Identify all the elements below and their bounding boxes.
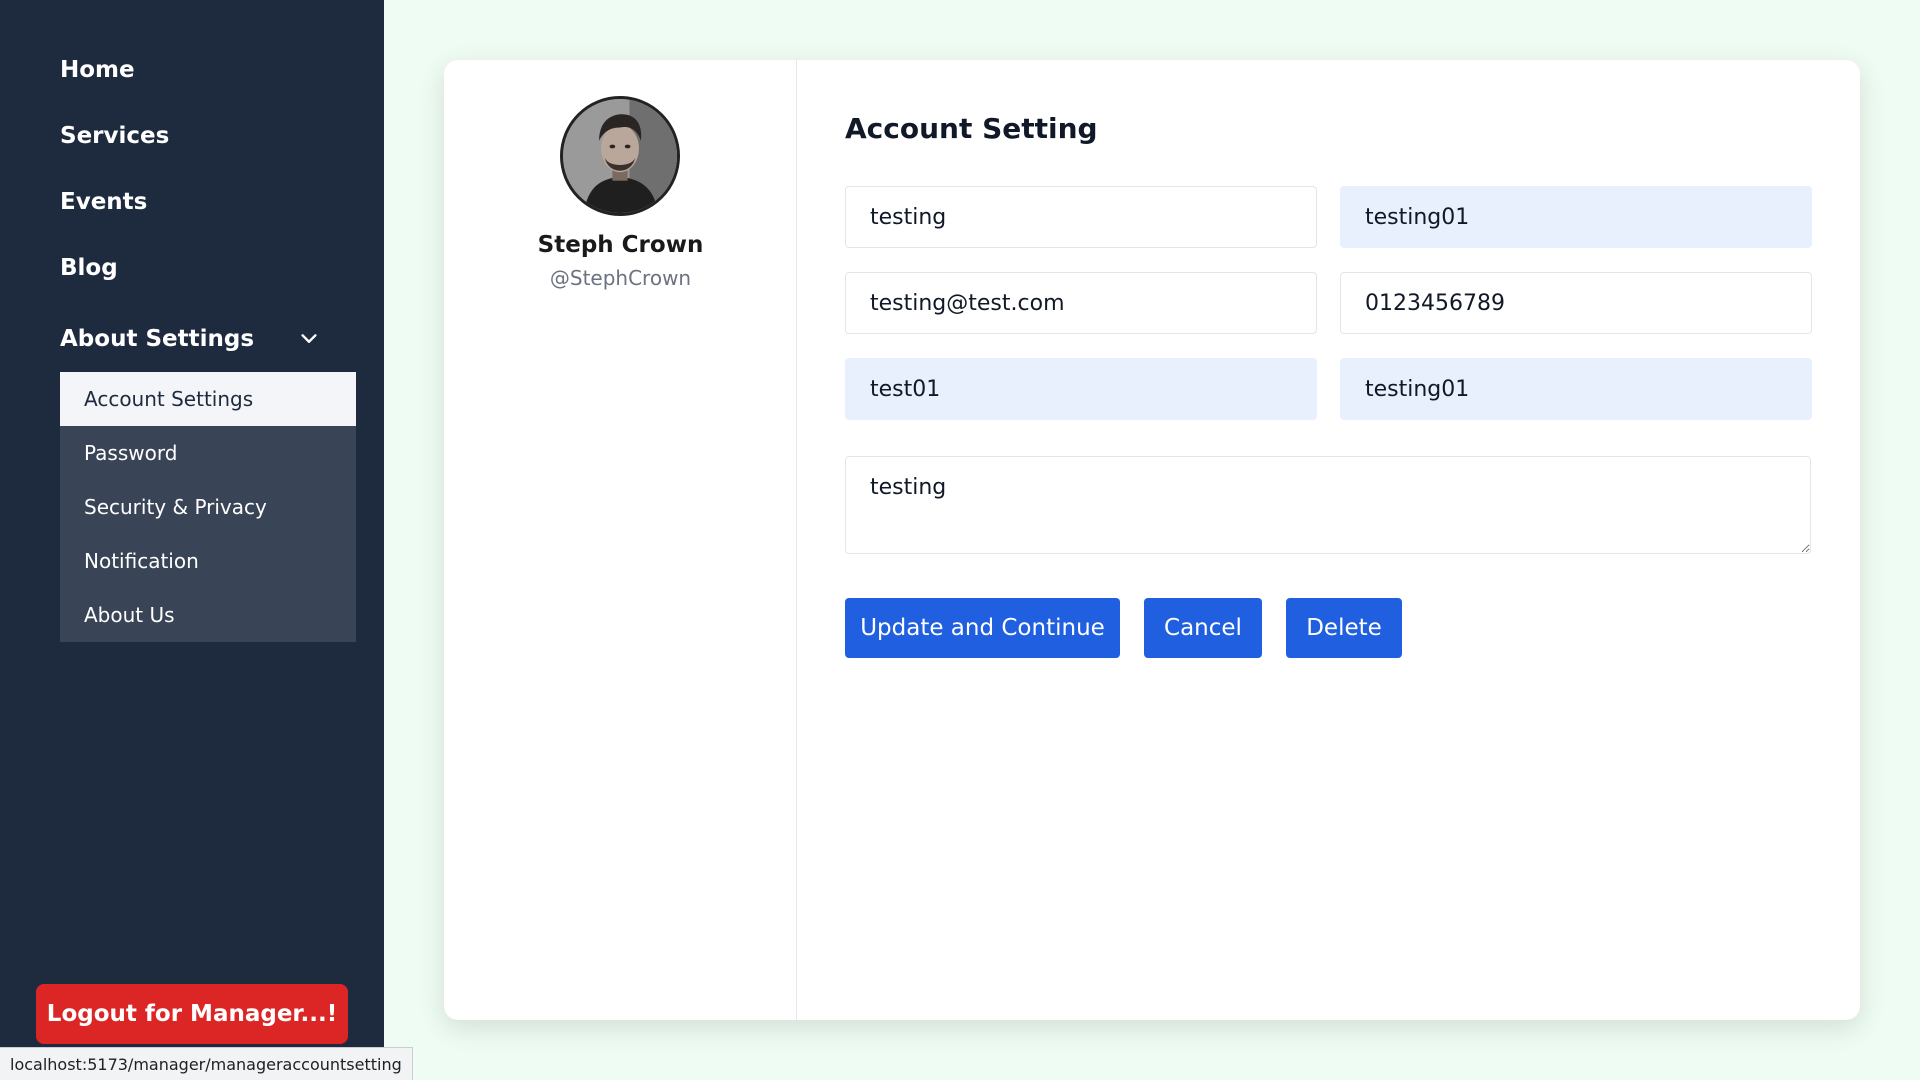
account-form: Account Setting testing Update and Conti… <box>797 60 1860 1020</box>
profile-name: Steph Crown <box>537 232 704 258</box>
email-field[interactable] <box>845 272 1317 334</box>
last-name-field[interactable] <box>1340 186 1812 248</box>
password-field[interactable] <box>1340 358 1812 420</box>
submenu-security-privacy[interactable]: Security & Privacy <box>60 480 356 534</box>
username-field[interactable] <box>845 358 1317 420</box>
account-card: Steph Crown @StephCrown Account Setting … <box>444 60 1860 1020</box>
profile-handle: @StephCrown <box>549 266 692 290</box>
first-name-field[interactable] <box>845 186 1317 248</box>
avatar[interactable] <box>560 96 680 216</box>
delete-button[interactable]: Delete <box>1286 598 1402 658</box>
form-title: Account Setting <box>845 112 1098 145</box>
nav-blog[interactable]: Blog <box>60 255 118 281</box>
logout-button[interactable]: Logout for Manager...! <box>36 984 348 1044</box>
status-bar-url: localhost:5173/manager/manageraccountset… <box>0 1047 413 1080</box>
nav-home[interactable]: Home <box>60 57 135 83</box>
sidebar: Home Services Events Blog About Settings… <box>0 0 384 1080</box>
submenu-notification[interactable]: Notification <box>60 534 356 588</box>
nav-services[interactable]: Services <box>60 123 169 149</box>
submenu-password[interactable]: Password <box>60 426 356 480</box>
profile-panel: Steph Crown @StephCrown <box>444 60 797 1020</box>
nav-about-settings-label: About Settings <box>60 326 255 352</box>
about-settings-submenu: Account Settings Password Security & Pri… <box>60 372 356 642</box>
avatar-portrait-icon <box>563 99 677 213</box>
submenu-about-us[interactable]: About Us <box>60 588 356 642</box>
submenu-account-settings[interactable]: Account Settings <box>60 372 356 426</box>
nav-about-settings[interactable]: About Settings <box>60 321 320 357</box>
cancel-button[interactable]: Cancel <box>1144 598 1262 658</box>
phone-field[interactable] <box>1340 272 1812 334</box>
nav-events[interactable]: Events <box>60 189 147 215</box>
update-and-continue-button[interactable]: Update and Continue <box>845 598 1120 658</box>
bio-textarea[interactable]: testing <box>845 456 1811 554</box>
chevron-down-icon <box>301 334 317 343</box>
